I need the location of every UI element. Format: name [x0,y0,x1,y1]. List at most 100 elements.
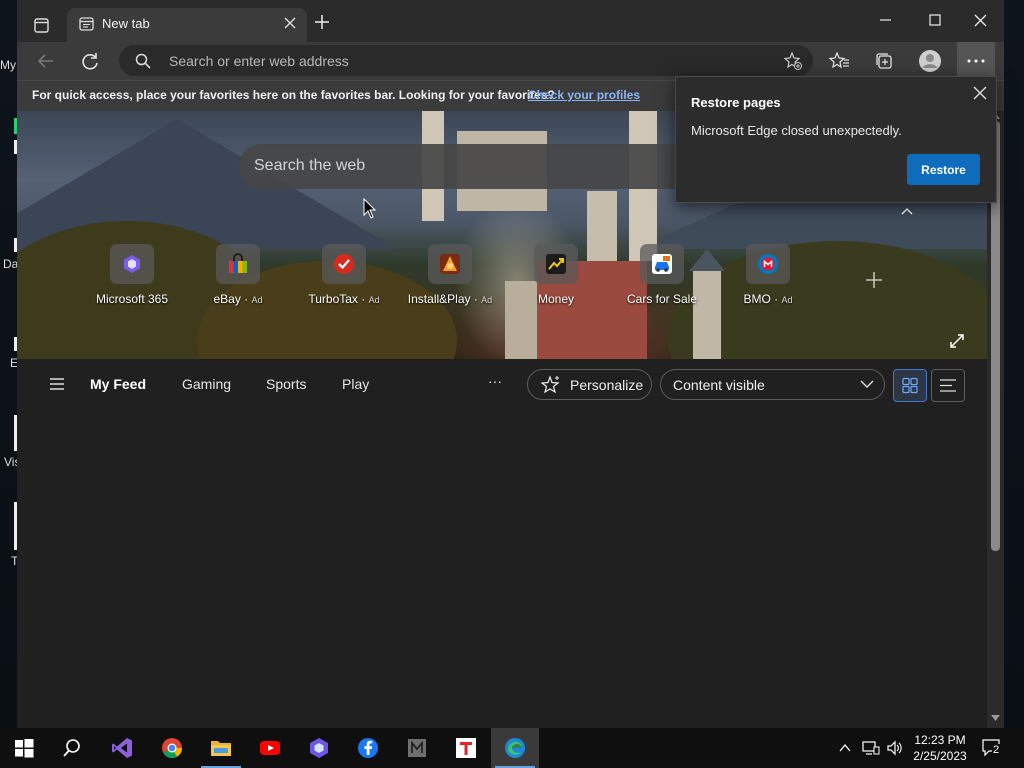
tab-actions-button[interactable] [25,9,57,41]
edge-icon [505,738,525,758]
collections-icon [876,53,892,69]
more-tabs-button[interactable]: ··· [488,373,502,389]
volume-icon[interactable] [886,740,904,756]
ad-badge: Ad [368,295,380,305]
desktop-icon-label[interactable]: My [0,58,16,72]
quick-link-label: eBay · Ad [213,292,263,306]
search-icon [63,739,80,757]
favorites-button[interactable] [825,46,855,76]
taskbar-edge[interactable] [491,728,539,768]
tab-sports[interactable]: Sports [266,376,306,392]
taskbar-copilot[interactable] [295,728,343,768]
taskbar-app-m[interactable] [393,728,441,768]
taskbar-app-t[interactable] [442,728,490,768]
address-bar[interactable] [119,45,813,76]
tab-new-tab[interactable]: New tab [67,8,307,42]
app-t-icon [456,738,476,758]
scroll-down-icon[interactable] [991,715,1000,721]
quick-link-label: TurboTax · Ad [308,292,380,306]
visual-studio-icon [112,738,132,758]
maximize-button[interactable] [912,0,958,42]
taskbar-search-button[interactable] [48,728,96,768]
tab-actions-icon [34,18,49,33]
quick-link-label: Install&Play · Ad [407,292,493,306]
restore-pages-popup: Restore pages Microsoft Edge closed unex… [675,76,997,203]
content-select-value: Content visible [673,377,765,393]
close-window-button[interactable] [958,0,1004,42]
add-site-plus-icon[interactable] [865,271,883,289]
collections-button[interactable] [869,46,899,76]
restore-button[interactable]: Restore [907,154,980,185]
personalize-button[interactable]: Personalize [527,369,652,400]
expand-icon[interactable] [949,333,965,349]
taskbar: 12:23 PM 2/25/2023 2 [0,728,1024,768]
refresh-button[interactable] [75,46,105,76]
taskbar-chrome[interactable] [148,728,196,768]
profile-button[interactable] [915,46,945,76]
quick-link-money[interactable]: Money [504,244,608,306]
clock-date: 2/25/2023 [913,749,967,763]
add-favorite-icon[interactable] [783,51,803,71]
popup-message: Microsoft Edge closed unexpectedly. [691,123,902,138]
back-button[interactable] [31,46,61,76]
quick-link-bmo[interactable]: BMO · Ad [716,244,820,306]
taskbar-file-explorer[interactable] [197,728,245,768]
page-scrollbar[interactable] [987,111,1004,728]
taskbar-youtube[interactable] [246,728,294,768]
quick-link-tile [428,244,472,284]
quick-link-turbotax[interactable]: TurboTax · Ad [292,244,396,306]
new-tab-button[interactable] [312,12,332,32]
quick-link-label: BMO · Ad [743,292,793,306]
more-icon [967,59,985,63]
settings-more-button[interactable] [957,42,995,80]
taskbar-visual-studio[interactable] [98,728,146,768]
tab-play[interactable]: Play [342,376,369,392]
plus-icon [315,15,329,29]
quick-link-tile [640,244,684,284]
system-clock[interactable]: 12:23 PM 2/25/2023 [908,732,972,764]
network-icon[interactable] [862,740,880,756]
avatar-icon [919,50,941,72]
m365-icon [310,738,328,758]
minimize-icon [880,19,891,21]
notifications-button[interactable]: 2 [980,736,1004,760]
facebook-icon [358,738,378,758]
ebay-icon [229,253,247,273]
minimize-button[interactable] [863,0,909,42]
notification-count: 2 [992,744,1001,756]
start-button[interactable] [0,728,48,768]
windows-logo-icon [15,739,34,758]
quick-link-microsoft-365[interactable]: Microsoft 365 [80,244,184,306]
check-profiles-link[interactable]: Check your profiles [528,88,640,102]
sparkle-star-icon [541,375,560,394]
toolbar [17,42,1004,80]
chevron-down-icon [860,380,874,388]
hamburger-menu-icon[interactable] [49,377,65,391]
content-visibility-select[interactable]: Content visible [660,369,885,400]
close-icon[interactable] [972,85,988,101]
chevron-up-icon[interactable] [900,206,914,216]
tab-gaming[interactable]: Gaming [182,376,231,392]
grid-layout-button[interactable] [893,369,927,402]
refresh-icon [82,53,98,70]
chrome-icon [162,738,183,759]
popup-title: Restore pages [691,95,781,110]
quick-link-ebay[interactable]: eBay · Ad [186,244,290,306]
taskbar-facebook[interactable] [344,728,392,768]
cars-icon [652,254,672,274]
web-search-box[interactable]: Search the web [239,144,709,189]
quick-link-tile [322,244,366,284]
personalize-label: Personalize [570,377,644,393]
tab-my-feed[interactable]: My Feed [90,376,146,392]
installplay-icon [440,254,460,274]
list-layout-button[interactable] [931,369,965,402]
quick-link-install-play[interactable]: Install&Play · Ad [398,244,502,306]
feed-navigation: My Feed Gaming Sports Play ··· Personali… [17,359,987,411]
quick-link-cars-for-sale[interactable]: Cars for Sale [610,244,714,306]
bmo-icon [758,254,778,274]
chevron-up-icon[interactable] [838,741,852,755]
ad-badge: Ad [781,295,793,305]
close-icon[interactable] [283,16,297,30]
address-input[interactable] [167,50,731,72]
money-icon [546,254,566,274]
